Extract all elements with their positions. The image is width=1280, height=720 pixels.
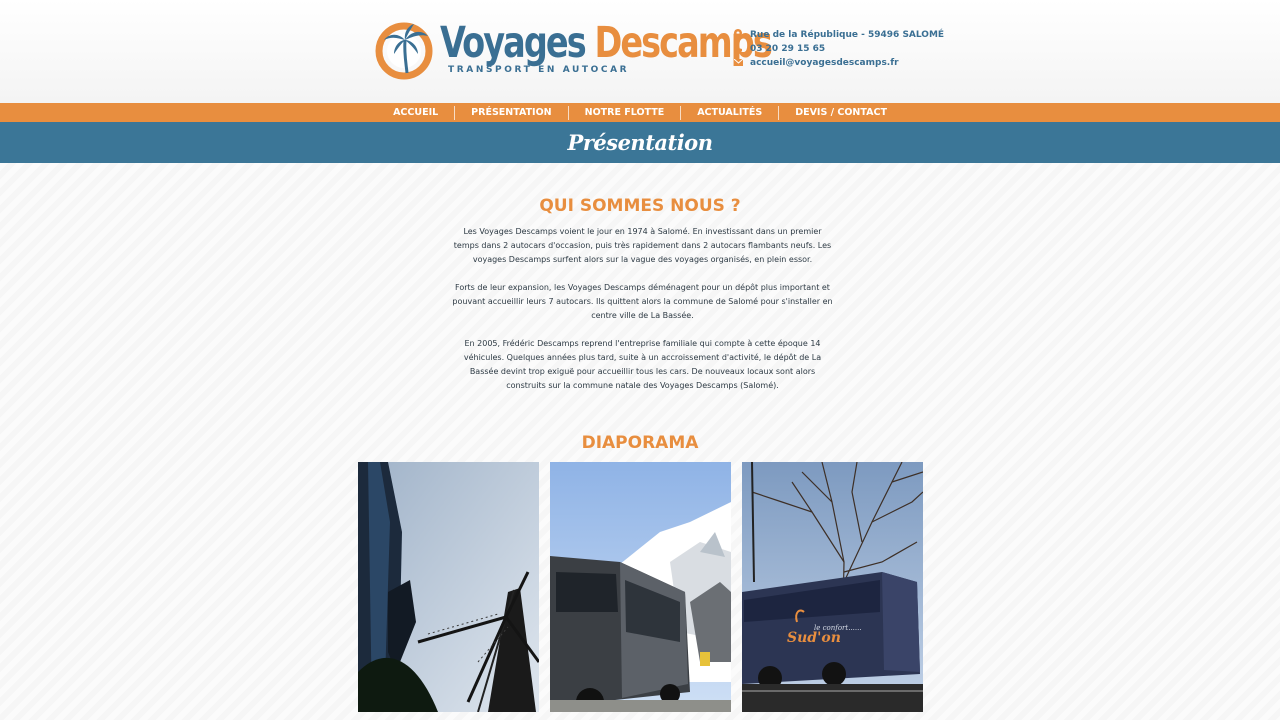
nav-item-presentation[interactable]: PRÉSENTATION	[454, 105, 567, 120]
contact-email-text[interactable]: accueil@voyagesdescamps.fr	[750, 58, 899, 68]
contact-phone-text[interactable]: 03 20 29 15 65	[750, 44, 825, 54]
page-title: Présentation	[567, 130, 713, 155]
bus-tree-image: Sud'on le confort......	[742, 462, 923, 712]
about-heading: QUI SOMMES NOUS ?	[539, 196, 741, 216]
palm-sun-logo-icon	[375, 22, 433, 80]
page-banner: Présentation	[0, 122, 1280, 163]
phone-icon	[734, 43, 750, 55]
windmill-bus-image	[358, 462, 539, 712]
contact-email[interactable]: accueil@voyagesdescamps.fr	[733, 56, 944, 70]
map-pin-icon	[734, 28, 750, 42]
nav-item-devis-contact[interactable]: DEVIS / CONTACT	[778, 105, 903, 120]
about-text: Les Voyages Descamps voient le jour en 1…	[450, 225, 835, 407]
about-paragraph: Forts de leur expansion, les Voyages Des…	[452, 283, 833, 320]
contact-address: Rue de la République - 59496 SALOMÉ	[734, 28, 944, 42]
nav-item-actualites[interactable]: ACTUALITÉS	[680, 105, 778, 120]
photo-windmill[interactable]	[358, 462, 539, 712]
photo-bus-tree[interactable]: Sud'on le confort......	[742, 462, 923, 712]
contact-phone[interactable]: 03 20 29 15 65	[734, 42, 944, 56]
bus-mountain-image	[550, 462, 731, 712]
logo-name-part1: Voyages	[440, 18, 587, 68]
svg-text:Sud'on: Sud'on	[787, 630, 841, 646]
about-paragraph: Les Voyages Descamps voient le jour en 1…	[453, 227, 832, 264]
main-content: QUI SOMMES NOUS ? Les Voyages Descamps v…	[0, 163, 1280, 720]
site-logo[interactable]: Voyages Descamps TRANSPORT EN AUTOCAR	[374, 18, 773, 80]
nav-item-notre-flotte[interactable]: NOTRE FLOTTE	[567, 105, 681, 120]
diaporama-heading: DIAPORAMA	[581, 433, 699, 453]
envelope-icon	[733, 58, 750, 69]
contact-address-text: Rue de la République - 59496 SALOMÉ	[750, 30, 945, 40]
about-paragraph: En 2005, Frédéric Descamps reprend l'ent…	[463, 339, 822, 390]
site-header: Voyages Descamps TRANSPORT EN AUTOCAR Ru…	[0, 0, 1280, 103]
photo-caption: le confort......	[814, 624, 862, 632]
contact-info: Rue de la République - 59496 SALOMÉ 03 2…	[733, 28, 944, 70]
photo-bus-mountain[interactable]	[550, 462, 731, 712]
diaporama-gallery: Sud'on le confort......	[358, 462, 923, 712]
nav-item-accueil[interactable]: ACCUEIL	[377, 106, 454, 120]
main-nav: ACCUEIL PRÉSENTATION NOTRE FLOTTE ACTUAL…	[0, 103, 1280, 122]
